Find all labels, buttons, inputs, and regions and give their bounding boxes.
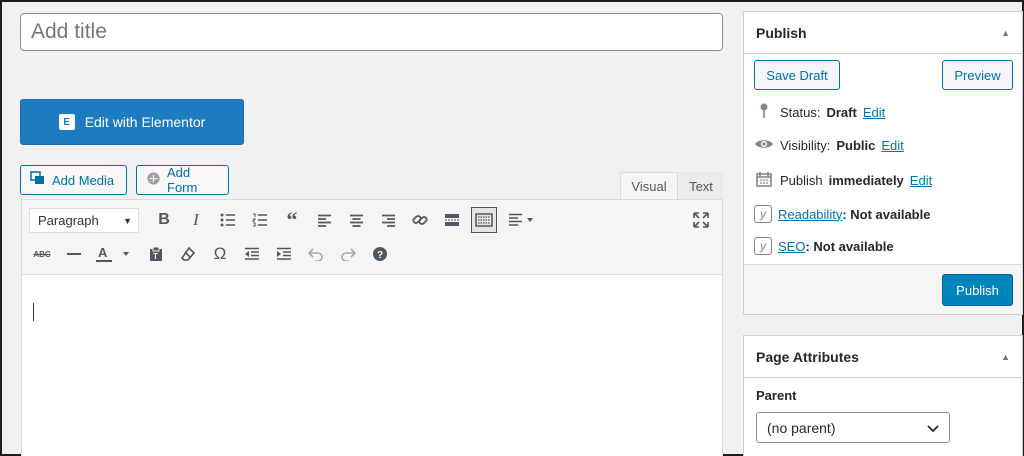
readability-row: y Readability : Not available <box>754 205 930 223</box>
horizontal-line-icon[interactable] <box>61 241 87 267</box>
readability-link[interactable]: Readability <box>778 207 842 222</box>
status-value: Draft <box>826 105 857 120</box>
indent-icon[interactable] <box>271 241 297 267</box>
yoast-icon: y <box>754 237 772 255</box>
visibility-row: Visibility: Public Edit <box>754 137 904 153</box>
status-edit-link[interactable]: Edit <box>863 105 885 120</box>
svg-text:A: A <box>98 245 108 260</box>
add-form-label: Add Form <box>167 165 198 195</box>
title-input[interactable]: Add title <box>20 13 723 51</box>
pin-icon <box>754 103 774 122</box>
page-attributes-title: Page Attributes <box>756 348 859 365</box>
redo-icon[interactable] <box>335 241 361 267</box>
help-icon[interactable]: ? <box>367 241 393 267</box>
elementor-label: Edit with Elementor <box>84 114 206 130</box>
yoast-icon: y <box>754 205 772 223</box>
align-right-icon[interactable] <box>375 207 401 233</box>
parent-select-value: (no parent) <box>767 419 836 436</box>
visibility-edit-link[interactable]: Edit <box>881 138 903 153</box>
bold-icon[interactable]: B <box>151 207 177 233</box>
publish-footer: Publish <box>744 264 1022 314</box>
readability-value: : Not available <box>842 206 931 222</box>
format-select[interactable]: Paragraph ▼ <box>29 208 139 233</box>
visibility-label: Visibility: <box>780 137 831 153</box>
collapse-arrow-icon[interactable]: ▲ <box>1001 352 1010 362</box>
add-media-button[interactable]: Add Media <box>20 165 127 195</box>
italic-icon[interactable]: I <box>183 207 209 233</box>
schedule-row: Publish immediately Edit <box>754 171 932 190</box>
publish-schedule-edit-link[interactable]: Edit <box>910 173 932 188</box>
publish-box: Publish ▲ Save Draft Preview Status: Dra… <box>743 11 1023 315</box>
page-attributes-header[interactable]: Page Attributes ▲ <box>744 336 1022 378</box>
svg-text:?: ? <box>377 250 383 261</box>
status-label: Status: <box>780 105 821 120</box>
paste-text-icon[interactable]: T <box>143 241 169 267</box>
publish-box-header[interactable]: Publish ▲ <box>744 12 1022 54</box>
seo-link[interactable]: SEO <box>778 239 805 254</box>
strikethrough-icon[interactable]: ABC <box>29 241 55 267</box>
numbered-list-icon[interactable] <box>247 207 273 233</box>
publish-schedule-value: immediately <box>828 173 904 188</box>
svg-text:T: T <box>153 252 158 261</box>
parent-select[interactable]: (no parent) <box>756 412 950 443</box>
bullet-list-icon[interactable] <box>215 207 241 233</box>
publish-button[interactable]: Publish <box>942 274 1013 306</box>
undo-icon[interactable] <box>303 241 329 267</box>
status-row: Status: Draft Edit <box>754 103 885 122</box>
editor-toolbar: Paragraph ▼ B I “ ABC A T Ω ? <box>22 200 722 275</box>
page-attributes-box: Page Attributes ▲ Parent (no parent) <box>743 335 1023 456</box>
elementor-icon: E <box>58 114 75 130</box>
seo-value: : Not available <box>805 238 894 254</box>
align-center-icon[interactable] <box>343 207 369 233</box>
align-left-icon[interactable] <box>311 207 337 233</box>
read-more-icon[interactable] <box>439 207 465 233</box>
title-placeholder: Add title <box>31 20 107 43</box>
tab-visual[interactable]: Visual <box>620 172 678 200</box>
collapse-arrow-icon[interactable]: ▲ <box>1001 28 1010 38</box>
calendar-icon <box>754 171 774 190</box>
publish-schedule-label: Publish <box>780 173 823 188</box>
clear-formatting-icon[interactable] <box>175 241 201 267</box>
edit-with-elementor-button[interactable]: E Edit with Elementor <box>20 99 244 145</box>
add-form-button[interactable]: Add Form <box>136 165 229 195</box>
editor-content-area[interactable] <box>22 275 722 456</box>
publish-box-title: Publish <box>756 24 807 41</box>
chevron-down-icon: ▼ <box>123 215 132 226</box>
eye-icon <box>754 137 774 153</box>
outdent-icon[interactable] <box>239 241 265 267</box>
form-icon <box>146 171 161 190</box>
media-icon <box>30 170 46 190</box>
tab-text[interactable]: Text <box>679 172 723 200</box>
chevron-down-icon <box>927 420 939 436</box>
toolbar-toggle-icon[interactable] <box>471 207 497 233</box>
link-icon[interactable] <box>407 207 433 233</box>
seo-row: y SEO : Not available <box>754 237 894 255</box>
save-draft-button[interactable]: Save Draft <box>754 60 840 90</box>
align-dropdown-icon[interactable] <box>503 207 539 233</box>
text-caret <box>33 303 34 321</box>
special-character-icon[interactable]: Ω <box>207 241 233 267</box>
editor: Paragraph ▼ B I “ ABC A T Ω ? <box>21 199 723 456</box>
parent-label: Parent <box>756 388 797 403</box>
fullscreen-icon[interactable] <box>688 207 714 233</box>
add-media-label: Add Media <box>52 172 115 188</box>
visibility-value: Public <box>836 137 876 153</box>
format-select-value: Paragraph <box>38 213 99 228</box>
blockquote-icon[interactable]: “ <box>279 207 305 233</box>
preview-button[interactable]: Preview <box>942 60 1013 90</box>
text-color-icon[interactable]: A <box>93 241 133 267</box>
